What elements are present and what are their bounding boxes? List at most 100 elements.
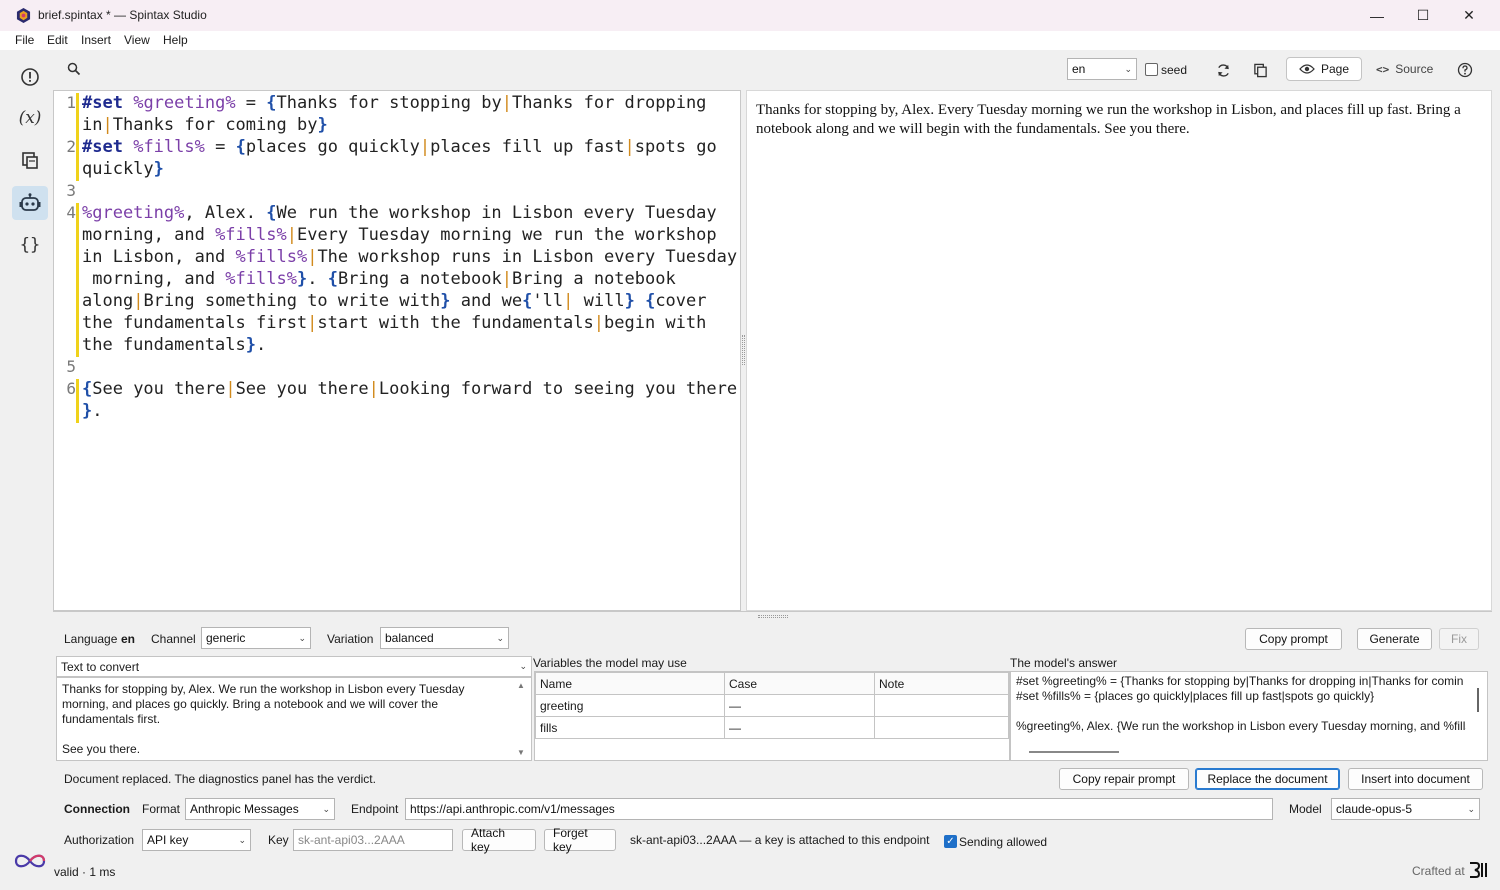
- key-label: Key: [268, 833, 289, 847]
- line-number: 4: [66, 203, 76, 222]
- text-to-convert-paragraph: Thanks for stopping by, Alex. We run the…: [62, 682, 465, 726]
- text-to-convert-box[interactable]: Thanks for stopping by, Alex. We run the…: [56, 677, 532, 761]
- variable-name[interactable]: greeting: [535, 694, 725, 717]
- splitter-grip: [758, 615, 788, 618]
- language-select[interactable]: en ⌄: [1067, 58, 1137, 80]
- language-select-value: en: [1072, 62, 1086, 76]
- code-icon: <>: [1376, 62, 1390, 76]
- sending-allowed-checkbox[interactable]: ✓: [944, 835, 957, 848]
- column-header[interactable]: Note: [874, 672, 1009, 695]
- language-label: Language: [64, 632, 118, 646]
- preview-text: Thanks for stopping by, Alex. Every Tues…: [756, 102, 1461, 137]
- variables-table: Name Case Note greeting — fills —: [535, 672, 1009, 739]
- help-icon[interactable]: [1451, 57, 1479, 83]
- endpoint-input[interactable]: https://api.anthropic.com/v1/messages: [405, 798, 1273, 820]
- variation-select[interactable]: balanced ⌄: [380, 627, 509, 649]
- menu-view[interactable]: View: [124, 33, 150, 47]
- model-select[interactable]: claude-opus-5 ⌄: [1331, 798, 1480, 820]
- seed-checkbox[interactable]: [1145, 63, 1158, 76]
- code-line: the fundamentals}.: [82, 335, 267, 355]
- variable-note[interactable]: [874, 716, 1009, 739]
- horizontal-splitter[interactable]: [53, 611, 1492, 621]
- line-number: 1: [66, 93, 76, 112]
- editor-toolbar: en ⌄ seed Page <> Source: [53, 50, 1492, 90]
- text-to-convert-label: Text to convert: [61, 659, 140, 674]
- alert-icon[interactable]: [12, 60, 48, 94]
- code-line: }.: [82, 401, 103, 421]
- preview-pane: Thanks for stopping by, Alex. Every Tues…: [746, 90, 1492, 611]
- sending-allowed-label: Sending allowed: [959, 835, 1048, 849]
- code-line: %greeting%, Alex. {We run the workshop i…: [82, 203, 717, 223]
- source-view-label: Source: [1395, 62, 1434, 76]
- scroll-down-icon[interactable]: ▼: [517, 748, 525, 757]
- code-line: in Lisbon, and %fills%|The workshop runs…: [82, 247, 738, 267]
- chevron-down-icon: ⌄: [1467, 803, 1475, 814]
- app-logo-icon: [16, 8, 31, 23]
- variable-note[interactable]: [874, 694, 1009, 717]
- authorization-select[interactable]: API key ⌄: [142, 829, 251, 851]
- table-row: fills —: [535, 716, 1009, 739]
- brand-mark-icon: [1470, 862, 1487, 878]
- replace-document-button[interactable]: Replace the document: [1195, 768, 1340, 790]
- pane-splitter[interactable]: [742, 335, 745, 365]
- search-icon[interactable]: [60, 56, 88, 82]
- channel-select[interactable]: generic ⌄: [201, 627, 311, 649]
- code-line: morning, and %fills%}. {Bring a notebook…: [82, 269, 676, 289]
- menu-insert[interactable]: Insert: [81, 33, 111, 47]
- code-line: {See you there|See you there|Looking for…: [82, 379, 738, 399]
- line-number: 6: [66, 379, 76, 398]
- copy-icon[interactable]: [12, 143, 48, 177]
- attach-key-button[interactable]: Attach key: [462, 826, 536, 854]
- crafted-label: Crafted at: [1412, 864, 1465, 878]
- copy-prompt-button[interactable]: Copy prompt: [1245, 628, 1342, 650]
- braces-icon[interactable]: {}: [12, 228, 48, 262]
- menu-file[interactable]: File: [15, 33, 34, 47]
- status-message: Document replaced. The diagnostics panel…: [64, 772, 376, 786]
- variable-case[interactable]: —: [724, 716, 875, 739]
- variable-icon[interactable]: (x): [12, 101, 48, 135]
- refresh-icon[interactable]: [1209, 57, 1237, 83]
- menu-edit[interactable]: Edit: [47, 33, 68, 47]
- copy-repair-prompt-button[interactable]: Copy repair prompt: [1059, 768, 1189, 790]
- copy-output-icon[interactable]: [1246, 57, 1274, 83]
- code-area[interactable]: #set %greeting% = {Thanks for stopping b…: [82, 91, 737, 421]
- source-view-button[interactable]: <> Source: [1364, 57, 1445, 81]
- generate-button[interactable]: Generate: [1357, 628, 1432, 650]
- format-select[interactable]: Anthropic Messages ⌄: [185, 798, 335, 820]
- text-to-convert-paragraph: See you there.: [62, 742, 141, 756]
- connection-heading: Connection: [64, 802, 130, 816]
- seed-label: seed: [1161, 63, 1188, 77]
- chevron-down-icon: ⌄: [238, 834, 246, 845]
- page-view-button[interactable]: Page: [1286, 57, 1363, 81]
- menu-help[interactable]: Help: [163, 33, 188, 47]
- model-label: Model: [1289, 802, 1322, 816]
- scroll-up-icon[interactable]: ▲: [517, 681, 525, 690]
- code-line: #set %fills% = {places go quickly|places…: [82, 137, 717, 157]
- text-to-convert-header[interactable]: Text to convert ⌄: [56, 656, 532, 677]
- menu-bar: File Edit Insert View Help: [0, 31, 1500, 50]
- minimize-button[interactable]: —: [1354, 0, 1400, 31]
- variable-case[interactable]: —: [724, 694, 875, 717]
- variable-name[interactable]: fills: [535, 716, 725, 739]
- horizontal-scrollbar[interactable]: [1029, 751, 1119, 753]
- format-select-value: Anthropic Messages: [190, 802, 299, 816]
- fix-button[interactable]: Fix: [1439, 628, 1479, 650]
- window-title: brief.spintax * — Spintax Studio: [38, 8, 207, 22]
- robot-icon[interactable]: [12, 186, 48, 220]
- variation-label: Variation: [327, 632, 374, 646]
- chevron-down-icon: ⌄: [1124, 63, 1132, 74]
- answer-box[interactable]: #set %greeting% = {Thanks for stopping b…: [1010, 671, 1488, 761]
- key-input[interactable]: sk-ant-api03...2AAA: [293, 829, 453, 851]
- forget-key-button[interactable]: Forget key: [544, 826, 616, 854]
- column-header[interactable]: Case: [724, 672, 875, 695]
- code-line: along|Bring something to write with} and…: [82, 291, 707, 311]
- variables-label: Variables the model may use: [533, 656, 687, 670]
- title-bar: brief.spintax * — Spintax Studio — ☐ ✕: [0, 0, 1500, 31]
- close-button[interactable]: ✕: [1446, 0, 1492, 31]
- vertical-scrollbar[interactable]: [1477, 688, 1479, 712]
- infinity-logo-icon: [14, 854, 46, 868]
- source-editor[interactable]: 1 2 3 4 5 6 #set %greeting% = {Thanks fo…: [53, 90, 741, 611]
- maximize-button[interactable]: ☐: [1400, 0, 1446, 31]
- column-header[interactable]: Name: [535, 672, 725, 695]
- insert-into-document-button[interactable]: Insert into document: [1348, 768, 1483, 790]
